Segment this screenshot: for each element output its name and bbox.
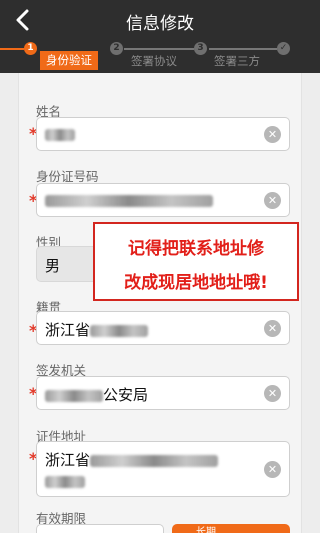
step-1-label: 身份验证 — [40, 51, 98, 70]
top-bar: 信息修改 — [0, 0, 320, 39]
step-1-number: 1 — [24, 42, 37, 55]
clear-icon[interactable]: ✕ — [264, 461, 281, 478]
step-3-number: 3 — [194, 42, 207, 55]
clear-icon[interactable]: ✕ — [264, 192, 281, 209]
long-term-toggle[interactable]: 长期 — [172, 524, 290, 533]
id-number-value — [45, 191, 213, 209]
step-line — [124, 48, 194, 50]
step-4-check-icon: ✓ — [277, 42, 290, 55]
id-address-value-line2 — [45, 472, 85, 490]
step-2-number: 2 — [110, 42, 123, 55]
step-3-label: 签署三方 — [214, 54, 260, 68]
issuing-authority-value: 公安局 — [45, 384, 148, 405]
name-value — [45, 125, 75, 143]
step-indicator: 1 身份验证 2 签署协议 3 签署三方 ✓ — [0, 39, 320, 73]
clear-icon[interactable]: ✕ — [264, 385, 281, 402]
id-address-field[interactable]: 浙江省 ✕ — [36, 441, 290, 497]
name-field[interactable]: ✕ — [36, 117, 290, 151]
step-line — [209, 48, 277, 50]
step-progress-line — [0, 48, 24, 50]
callout-annotation: 记得把联系地址修 改成现居地地址哦! — [93, 222, 299, 301]
id-number-field[interactable]: ✕ — [36, 183, 290, 217]
validity-date-field[interactable] — [36, 524, 164, 533]
gender-value: 男 — [45, 257, 61, 275]
callout-line-2: 改成现居地地址哦! — [124, 273, 268, 293]
clear-icon[interactable]: ✕ — [264, 320, 281, 337]
step-2-label: 签署协议 — [131, 54, 177, 68]
id-address-value: 浙江省 — [45, 449, 219, 470]
page-title: 信息修改 — [126, 14, 194, 34]
native-place-field[interactable]: 浙江省 ✕ — [36, 311, 290, 345]
long-term-toggle-text: 长期 — [196, 527, 216, 533]
callout-line-1: 记得把联系地址修 — [128, 239, 264, 259]
clear-icon[interactable]: ✕ — [264, 126, 281, 143]
native-place-value: 浙江省 — [45, 319, 149, 340]
issuing-authority-field[interactable]: 公安局 ✕ — [36, 376, 290, 410]
